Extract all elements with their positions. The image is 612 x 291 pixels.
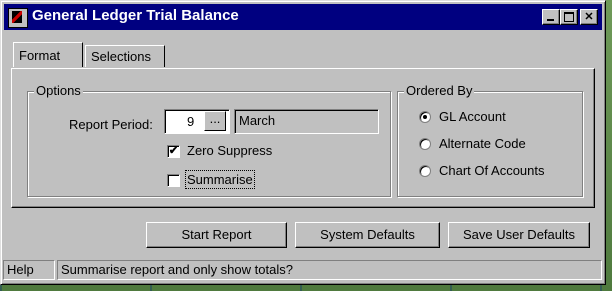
- trial-balance-window: General Ledger Trial Balance ✕ Format Se…: [0, 0, 606, 285]
- status-message: Summarise report and only show totals?: [57, 260, 602, 280]
- report-period-input[interactable]: 9 ...: [164, 109, 230, 134]
- report-period-value: 9: [187, 114, 195, 129]
- alternate-code-label[interactable]: Alternate Code: [439, 136, 526, 151]
- zero-suppress-checkbox[interactable]: ✔: [167, 145, 180, 158]
- options-legend: Options: [34, 83, 83, 98]
- maximize-icon[interactable]: [560, 9, 578, 25]
- window-title: General Ledger Trial Balance: [32, 7, 239, 24]
- radio-alternate-code[interactable]: [419, 138, 431, 150]
- summarise-checkbox[interactable]: [167, 174, 180, 187]
- tab-format[interactable]: Format: [13, 42, 83, 67]
- start-report-button[interactable]: Start Report: [146, 222, 287, 248]
- gl-account-label[interactable]: GL Account: [439, 109, 506, 124]
- month-display: March: [234, 109, 379, 134]
- title-bar[interactable]: General Ledger Trial Balance ✕: [4, 4, 602, 30]
- radio-gl-account[interactable]: [419, 111, 431, 123]
- chart-of-accounts-label[interactable]: Chart Of Accounts: [439, 163, 545, 178]
- summarise-label[interactable]: Summarise: [185, 170, 255, 189]
- report-period-lookup-button[interactable]: ...: [204, 111, 226, 131]
- app-icon[interactable]: [8, 8, 28, 28]
- zero-suppress-label[interactable]: Zero Suppress: [187, 143, 272, 158]
- tab-selections[interactable]: Selections: [85, 45, 165, 67]
- close-icon[interactable]: ✕: [580, 9, 598, 25]
- radio-chart-of-accounts[interactable]: [419, 165, 431, 177]
- system-defaults-button[interactable]: System Defaults: [295, 222, 440, 248]
- status-help-label: Help: [3, 260, 55, 280]
- report-period-label: Report Period:: [69, 117, 153, 132]
- ordered-by-legend: Ordered By: [404, 83, 475, 98]
- status-bar: Help Summarise report and only show tota…: [3, 260, 603, 282]
- save-user-defaults-button[interactable]: Save User Defaults: [448, 222, 590, 248]
- minimize-icon[interactable]: [542, 9, 560, 25]
